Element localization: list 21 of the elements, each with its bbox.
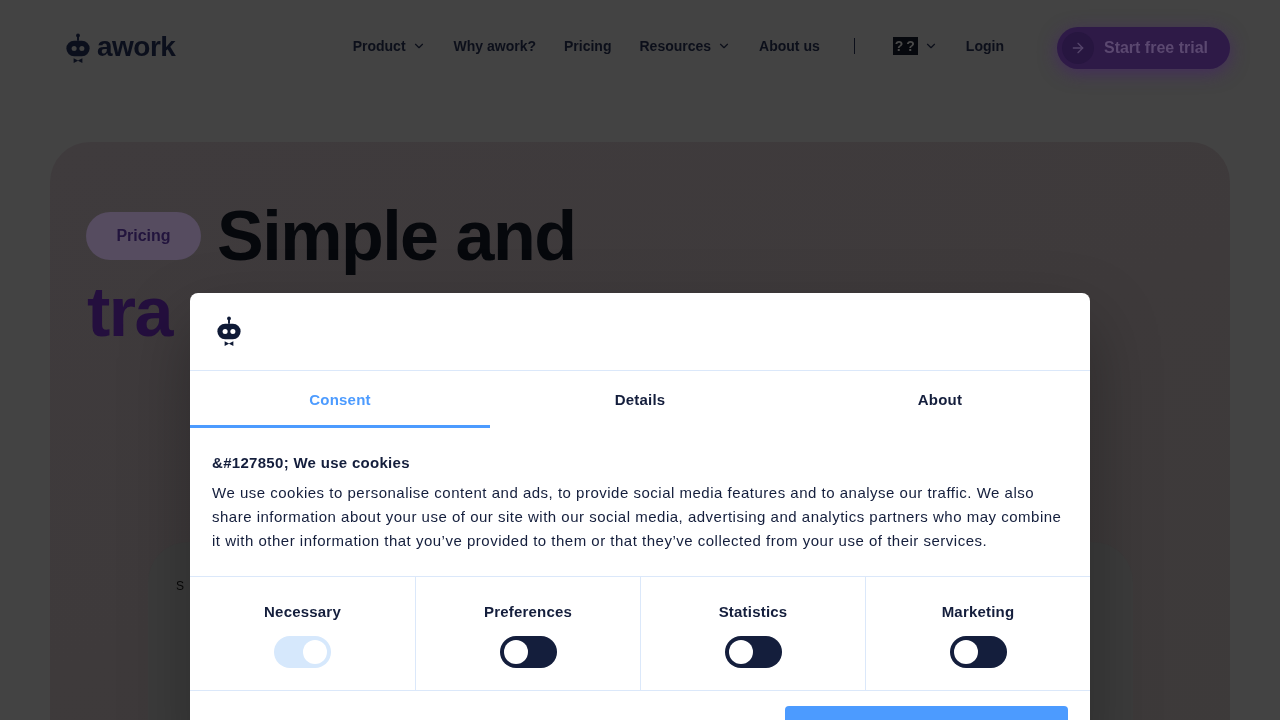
nav-link[interactable]: Pricing bbox=[564, 38, 612, 54]
toggle-switch[interactable] bbox=[499, 636, 557, 668]
category-label: Necessary bbox=[264, 602, 341, 622]
cookie-description: We use cookies to personalise content and ads, to provide social media features and to analyse our traffic. We also share information about your use of our site with our social media, advertising and analytics partners who may combine it with other information that you’ve provided to them or that they’ve collected from your use of their services. bbox=[212, 483, 1063, 551]
nav-link[interactable]: Product bbox=[352, 38, 426, 54]
robot-logo-icon bbox=[65, 32, 91, 64]
category-label: Preferences bbox=[483, 602, 573, 622]
cookie-title: &#127850; We use cookies bbox=[212, 453, 411, 473]
nav-link[interactable]: Resources bbox=[639, 38, 732, 54]
category-label: Marketing bbox=[941, 602, 1015, 622]
toggle-switch[interactable] bbox=[949, 636, 1007, 668]
category-label: Statistics bbox=[718, 602, 788, 622]
hero-heading: Simple and bbox=[217, 196, 576, 276]
dialog-tab[interactable]: About bbox=[790, 371, 1090, 428]
toggle-switch[interactable] bbox=[724, 636, 782, 668]
logo-text[interactable]: awork bbox=[97, 33, 176, 61]
robot-logo-icon bbox=[216, 316, 242, 347]
arrow-right-icon bbox=[1061, 32, 1094, 64]
dialog-tab[interactable]: Consent bbox=[190, 371, 490, 428]
pricing-tag: Pricing bbox=[86, 212, 201, 260]
nav-link[interactable]: Why awork? bbox=[453, 38, 536, 54]
